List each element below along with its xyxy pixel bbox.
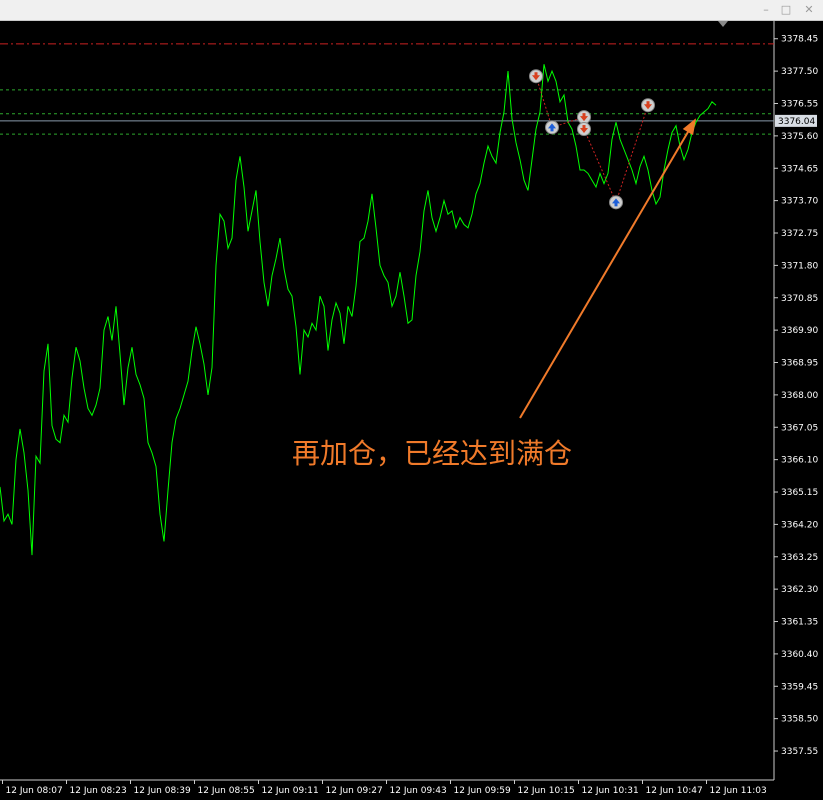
x-tick-label: 12 Jun 09:27	[326, 786, 383, 796]
x-tick-label: 12 Jun 08:55	[198, 786, 255, 796]
y-tick-label: 3364.20	[781, 520, 818, 530]
price-series-line	[0, 64, 717, 556]
y-tick-label: 3363.25	[781, 553, 818, 563]
price-levels	[0, 43, 774, 135]
y-tick-label: 3357.55	[781, 747, 818, 757]
x-tick-label: 12 Jun 08:23	[70, 786, 127, 796]
y-tick-label: 3368.95	[781, 359, 818, 369]
sell-marker[interactable]	[529, 69, 543, 84]
y-tick-label: 3372.75	[781, 229, 818, 239]
current-price-label: 3376.04	[775, 114, 817, 127]
y-tick-label: 3378.45	[781, 35, 818, 45]
sell-marker[interactable]	[577, 110, 591, 125]
trade-link-line	[615, 105, 649, 203]
y-tick-label: 3359.45	[781, 682, 818, 692]
annotation-group: 再加仓，已经达到满仓	[292, 118, 697, 470]
sell-marker[interactable]	[641, 98, 655, 113]
y-tick-label: 3366.10	[781, 456, 818, 466]
y-tick-label: 3358.50	[781, 715, 818, 725]
annotation-arrow	[519, 119, 696, 419]
x-tick-label: 12 Jun 11:03	[710, 786, 767, 796]
x-tick-label: 12 Jun 10:31	[582, 786, 639, 796]
y-tick-label: 3365.15	[781, 488, 818, 498]
price-line-group	[0, 64, 717, 556]
minimize-icon[interactable]: –	[758, 2, 774, 18]
maximize-icon[interactable]: □	[778, 2, 794, 18]
y-tick-label: 3371.80	[781, 261, 818, 271]
buy-marker[interactable]	[545, 120, 559, 135]
y-tick-label: 3374.65	[781, 164, 818, 174]
x-tick-label: 12 Jun 10:47	[646, 786, 703, 796]
sell-marker[interactable]	[577, 122, 591, 137]
price-chart[interactable]: 3378.45 3377.50 3376.55 3375.60 3374.65 3373.…	[0, 20, 823, 800]
y-tick-label: 3373.70	[781, 197, 818, 207]
price-axis: 3378.45 3377.50 3376.55 3375.60 3374.65 3373.…	[774, 35, 818, 757]
y-tick-label: 3360.40	[781, 650, 818, 660]
x-tick-label: 12 Jun 09:11	[262, 786, 319, 796]
y-tick-label: 3375.60	[781, 132, 818, 142]
window-titlebar: – □ ✕	[0, 0, 823, 21]
x-tick-label: 12 Jun 08:39	[134, 786, 191, 796]
trade-link-line	[583, 128, 617, 203]
y-tick-label: 3370.85	[781, 294, 818, 304]
y-tick-label: 3369.90	[781, 326, 818, 336]
time-axis: 12 Jun 08:07 12 Jun 08:23 12 Jun 08:39 12 J…	[2, 780, 767, 796]
y-tick-label: 3376.55	[781, 99, 818, 109]
close-icon[interactable]: ✕	[801, 2, 817, 18]
buy-marker[interactable]	[609, 195, 623, 210]
y-tick-label: 3362.30	[781, 585, 818, 595]
x-tick-label: 12 Jun 10:15	[518, 786, 575, 796]
y-tick-label: 3361.35	[781, 618, 818, 628]
trade-markers[interactable]	[529, 69, 655, 210]
x-tick-label: 12 Jun 09:59	[454, 786, 511, 796]
x-tick-label: 12 Jun 08:07	[6, 786, 63, 796]
y-tick-label: 3368.00	[781, 391, 818, 401]
annotation-text: 再加仓，已经达到满仓	[292, 437, 572, 470]
y-tick-label: 3367.05	[781, 423, 818, 433]
current-price-text: 3376.04	[778, 117, 815, 127]
x-tick-label: 12 Jun 09:43	[390, 786, 447, 796]
chart-shift-icon[interactable]	[718, 21, 728, 27]
y-tick-label: 3377.50	[781, 67, 818, 77]
